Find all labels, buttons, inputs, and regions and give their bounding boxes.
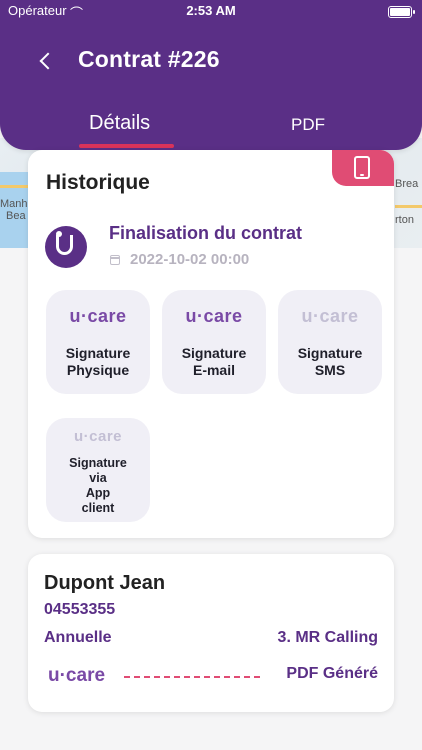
smartphone-icon [354, 156, 370, 179]
signature-label: Signature Physique [65, 345, 131, 378]
ucare-logo-icon [45, 226, 87, 268]
historique-card: Historique Finalisation du contrat 2022-… [28, 150, 394, 538]
pdf-status-label: PDF Généré [286, 665, 378, 682]
signature-label: Signature E-mail [181, 345, 247, 378]
status-bar: Opérateur ⌒ 2:53 AM [8, 3, 415, 21]
calling-label: 3. MR Calling [277, 629, 378, 646]
event-date: 2022-10-02 00:00 [130, 251, 250, 268]
signature-label: Signature via App client [69, 456, 127, 515]
event-title: Finalisation du contrat [109, 223, 303, 243]
ucare-brand-icon: u·care [185, 306, 243, 326]
client-card[interactable]: Dupont Jean 04553355 Annuelle 3. MR Call… [28, 554, 394, 712]
back-button[interactable] [36, 50, 60, 74]
map-label: Bea [6, 210, 26, 222]
signature-sms-button[interactable]: u·care Signature SMS [278, 290, 382, 394]
signature-email-button[interactable]: u·care Signature E-mail [162, 290, 266, 394]
signature-app-client-button[interactable]: u·care Signature via App client [46, 418, 150, 522]
clock-label: 2:53 AM [186, 3, 236, 18]
battery-icon [388, 6, 415, 18]
client-number: 04553355 [44, 601, 116, 618]
progress-dashed-line [124, 676, 260, 678]
page-title: Contrat #226 [78, 46, 220, 72]
ucare-brand-icon: u·care [73, 428, 123, 445]
map-label: Manh [0, 198, 28, 210]
calendar-icon [110, 255, 120, 265]
contract-period: Annuelle [44, 629, 112, 646]
historique-title: Historique [46, 171, 150, 194]
wifi-icon: ⌒ [70, 6, 84, 21]
map-label: Brea [395, 178, 419, 190]
tab-pdf[interactable]: PDF [291, 115, 325, 135]
device-badge[interactable] [332, 150, 394, 186]
client-name: Dupont Jean [44, 572, 166, 594]
map-road [395, 205, 422, 208]
signature-label: Signature SMS [297, 345, 363, 378]
ucare-brand-icon: u·care [301, 306, 359, 326]
signature-physique-button[interactable]: u·care Signature Physique [46, 290, 150, 394]
ucare-brand-icon: u·care [48, 665, 106, 686]
active-tab-indicator [79, 144, 174, 148]
tab-details[interactable]: Détails [89, 112, 150, 135]
ucare-brand-icon: u·care [69, 306, 127, 326]
carrier-label: Opérateur [8, 3, 67, 18]
map-label: rton [395, 214, 414, 226]
app-header: Opérateur ⌒ 2:53 AM Contrat #226 Détails… [0, 0, 422, 150]
